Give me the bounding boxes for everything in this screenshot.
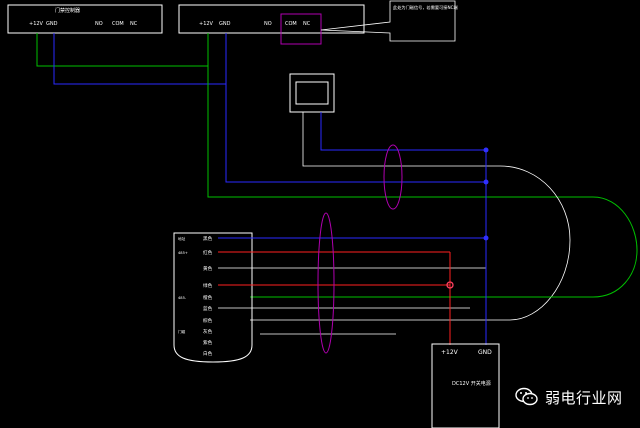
reader-pin-label: 绿色 (203, 282, 213, 289)
controller-left-terminal-nc: NC (130, 21, 138, 27)
reader-left-label: 485+ (178, 251, 188, 255)
callout-note-line: 此处为门磁信号，若需要可接NC端 (393, 4, 458, 11)
reader-pin-label: 红色 (203, 249, 213, 256)
door-contact-wire-white (302, 112, 486, 167)
wire-green-right (207, 33, 593, 198)
watermark-text: 弱电行业网 (545, 388, 623, 407)
psu-name: DC12V 开关电源 (452, 380, 491, 387)
door-contact-wire-blue (320, 112, 486, 151)
psu-gnd-label: GND (478, 349, 492, 356)
controller-left-title: 门禁控制器 (55, 7, 80, 14)
door-contact-outer (289, 73, 335, 113)
green-outer-loop (250, 196, 638, 298)
reader-pin-label: 橙色 (203, 294, 213, 301)
watermark: 弱电行业网 (515, 384, 633, 410)
junction-blue-1 (483, 147, 489, 153)
controller-left-terminal-gnd: GND (46, 21, 58, 27)
bundle-lower (317, 212, 335, 354)
wire-blue-right (225, 33, 486, 183)
door-contact-inner (295, 81, 329, 105)
reader-pin-label: 棕色 (203, 317, 213, 324)
reader-left-label: 门磁 (178, 329, 186, 334)
controller-left-terminal-no: NO (95, 21, 103, 27)
wire-blue-left (53, 33, 226, 85)
reader-pin-label: 灰色 (203, 328, 213, 335)
wiring-diagram: 门禁控制器 +12V GND NO COM NC +12V GND NO COM… (7, 0, 638, 428)
controller-right-terminal-gnd: GND (219, 21, 231, 27)
reader-pin-label: 黄色 (203, 265, 213, 272)
reader-pin-label: 黑色 (203, 235, 213, 242)
controller-right-terminal-com: COM (285, 21, 297, 27)
bundle-upper (383, 144, 403, 210)
wire-green-left (36, 33, 208, 67)
controller-right-box (178, 4, 365, 34)
controller-right-terminal-nc: NC (303, 21, 311, 27)
reader-pin-label: 白色 (203, 350, 213, 357)
controller-left-terminal-12v: +12V (29, 21, 44, 27)
com-nc-highlight (280, 13, 322, 45)
callout-note-text: 此处为门磁信号，若需要可接NC端 (393, 4, 458, 11)
reader-pin-label: 蓝色 (203, 305, 213, 312)
controller-right-terminal-12v: +12V (199, 21, 214, 27)
reader-left-label: 485- (178, 296, 187, 300)
controller-right-terminal-no: NO (264, 21, 272, 27)
wechat-icon (515, 387, 538, 406)
junction-blue-2 (483, 179, 489, 185)
psu-plus-label: +12V (441, 349, 459, 356)
reader-pin-label: 紫色 (203, 339, 213, 346)
junction-blue-3 (483, 235, 489, 241)
reader-left-label: 地址 (178, 236, 186, 241)
controller-left-terminal-com: COM (112, 21, 124, 27)
controller-left-box (7, 4, 163, 34)
